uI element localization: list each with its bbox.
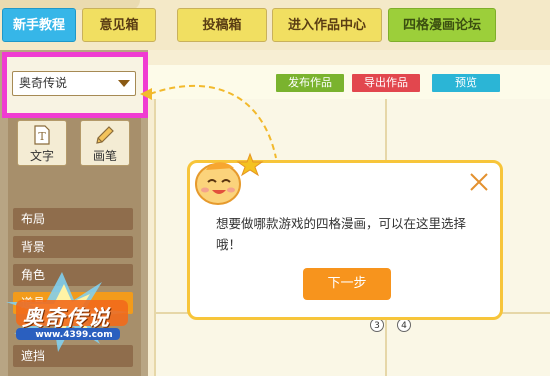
top-nav: 新手教程 意见箱 投稿箱 进入作品中心 四格漫画论坛 — [0, 0, 550, 50]
chevron-down-icon — [118, 80, 130, 87]
close-icon[interactable] — [468, 171, 490, 193]
brush-tool-button[interactable]: 画笔 — [80, 120, 130, 166]
nav-works-center[interactable]: 进入作品中心 — [272, 8, 382, 42]
text-tool-button[interactable]: T 文字 — [17, 120, 67, 166]
panel-number: 4 — [397, 318, 411, 332]
nav-submission-box[interactable]: 投稿箱 — [177, 8, 267, 42]
panel-number: 3 — [370, 318, 384, 332]
svg-text:T: T — [38, 130, 46, 143]
nav-tutorial[interactable]: 新手教程 — [2, 8, 76, 42]
nav-comic-forum[interactable]: 四格漫画论坛 — [388, 8, 496, 42]
logo-title: 奥奇传说 — [22, 306, 110, 330]
text-tool-label: 文字 — [29, 149, 54, 163]
preview-button[interactable]: 预览 — [432, 74, 500, 92]
nav-suggestion-box[interactable]: 意见箱 — [82, 8, 156, 42]
pencil-icon — [96, 126, 114, 144]
export-button[interactable]: 导出作品 — [352, 74, 420, 92]
text-icon: T — [34, 125, 50, 145]
mascot-icon — [195, 152, 264, 205]
logo-site: www.4399.com — [35, 330, 113, 340]
next-step-button[interactable]: 下一步 — [303, 268, 391, 300]
game-select-value: 奥奇传说 — [19, 76, 68, 90]
tooltip-message: 想要做哪款游戏的四格漫画，可以在这里选择哦！ — [216, 216, 467, 252]
sidebar-item-layout[interactable]: 布局 — [13, 208, 133, 230]
game-select-dropdown[interactable]: 奥奇传说 — [12, 71, 136, 96]
brush-tool-label: 画笔 — [92, 149, 117, 163]
sidebar-item-background[interactable]: 背景 — [13, 236, 133, 258]
